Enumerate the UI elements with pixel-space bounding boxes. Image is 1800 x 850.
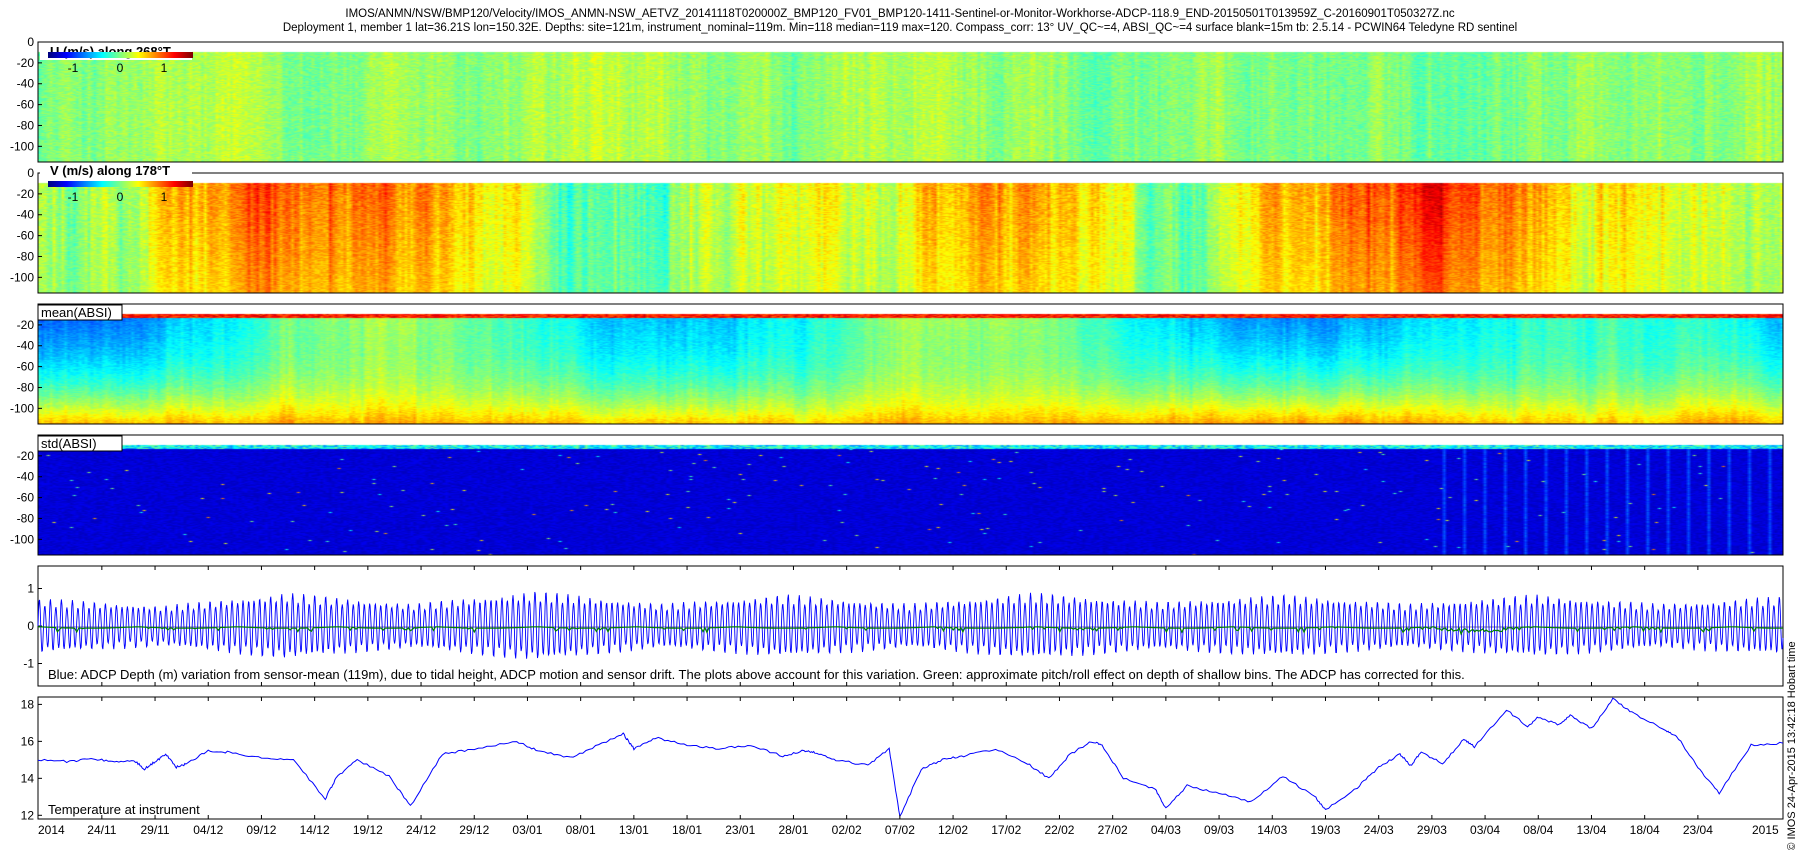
x-tick-label: 18/04 [1630, 823, 1660, 837]
x-tick-label: 09/03 [1204, 823, 1234, 837]
u-colorbar-tick-1: 1 [161, 61, 168, 75]
v-colorbar-tick-1: 1 [161, 190, 168, 204]
x-tick-label: 23/01 [725, 823, 755, 837]
absi-std-panel: -20 -40 -60 -80 -100 std(ABSI) [10, 434, 1784, 556]
depth-variation-panel: 1 0 -1 Blue: ADCP Depth (m) variation from… [23, 565, 1784, 687]
x-tick-label: 13/01 [619, 823, 649, 837]
depth-variation-caption: Blue: ADCP Depth (m) variation from sens… [48, 667, 1465, 682]
x-tick-label: 23/04 [1683, 823, 1713, 837]
y-tick-label: -80 [17, 249, 35, 263]
v-colorbar [48, 181, 193, 187]
u-colorbar-tick-0: 0 [117, 61, 124, 75]
y-tick-label: -20 [17, 318, 35, 332]
y-tick-label: -100 [10, 532, 34, 546]
absi-std-label: std(ABSI) [41, 436, 97, 451]
figure: IMOS/ANMN/NSW/BMP120/Velocity/IMOS_ANMN-… [10, 8, 1798, 850]
u-velocity-heatmap [38, 42, 1783, 162]
x-tick-label: 04/12 [193, 823, 223, 837]
y-tick-label: -40 [17, 470, 35, 484]
figure-title-line2: Deployment 1, member 1 lat=36.21S lon=15… [283, 22, 1517, 34]
y-tick-label: -100 [10, 401, 34, 415]
v-colorbar-tick-0: 0 [117, 190, 124, 204]
x-tick-label: 24/03 [1364, 823, 1394, 837]
x-tick-label: 28/01 [778, 823, 808, 837]
x-tick-label: 24/11 [87, 823, 116, 837]
v-velocity-label: V (m/s) along 178°T [50, 163, 170, 178]
u-velocity-panel: 0-20-40-60-80-100 U (m/s) along 268°T -1… [10, 35, 1784, 163]
x-tick-label: 22/02 [1044, 823, 1074, 837]
x-tick-label: 08/04 [1523, 823, 1553, 837]
y-tick-label: -40 [17, 208, 35, 222]
absi-mean-panel: -20 -40 -60 -80 -100 mean(ABSI) [10, 303, 1784, 425]
y-tick-label: -80 [17, 511, 35, 525]
y-tick-label: -80 [17, 380, 35, 394]
y-tick-label: -20 [17, 56, 35, 70]
y-tick-label: -80 [17, 118, 35, 132]
x-tick-label: 17/02 [991, 823, 1021, 837]
x-tick-label: 29/03 [1417, 823, 1447, 837]
absi-std-heatmap [38, 435, 1783, 555]
v-colorbar-tick-neg1: -1 [68, 190, 79, 204]
absi-mean-label: mean(ABSI) [41, 305, 112, 320]
temperature-label: Temperature at instrument [48, 802, 200, 817]
y-tick-label: -100 [10, 270, 34, 284]
y-tick-label: -60 [17, 229, 35, 243]
x-tick-label: 29/12 [459, 823, 489, 837]
x-tick-label: 12/02 [938, 823, 968, 837]
x-axis-year-right: 2015 [1752, 823, 1779, 837]
y-tick-label: 1 [27, 582, 34, 596]
y-tick-label: -40 [17, 339, 35, 353]
v-velocity-heatmap [38, 173, 1783, 293]
x-tick-label: 13/04 [1576, 823, 1606, 837]
y-tick-label: 0 [27, 166, 34, 180]
absi-mean-heatmap [38, 304, 1783, 424]
x-tick-label: 19/03 [1310, 823, 1340, 837]
y-tick-label: -20 [17, 449, 35, 463]
y-tick-label: 0 [27, 35, 34, 49]
temperature-panel: 18 16 14 12 Temperature at instrument [21, 696, 1784, 822]
y-tick-label: -1 [23, 657, 34, 671]
x-axis-year-left: 2014 [38, 823, 65, 837]
x-tick-label: 07/02 [885, 823, 915, 837]
y-tick-label: -20 [17, 187, 35, 201]
x-tick-label: 09/12 [246, 823, 276, 837]
y-tick-label: 12 [21, 808, 35, 822]
y-tick-label: -60 [17, 360, 35, 374]
u-colorbar [48, 52, 193, 58]
y-tick-label: -60 [17, 98, 35, 112]
y-tick-label: 14 [21, 771, 35, 785]
y-tick-label: -60 [17, 491, 35, 505]
y-tick-label: 16 [21, 734, 35, 748]
x-tick-label: 29/11 [140, 823, 169, 837]
y-tick-label: -100 [10, 139, 34, 153]
x-tick-label: 08/01 [566, 823, 596, 837]
y-tick-label: 0 [27, 619, 34, 633]
y-tick-label: 18 [21, 697, 35, 711]
x-tick-label: 03/04 [1470, 823, 1500, 837]
x-tick-label: 14/03 [1257, 823, 1287, 837]
x-tick-label: 24/12 [406, 823, 436, 837]
x-tick-label: 27/02 [1098, 823, 1128, 837]
x-tick-label: 18/01 [672, 823, 702, 837]
copyright-side-label: © IMOS 24-Apr-2015 13:42:18 Hobart time [1786, 641, 1798, 850]
x-tick-label: 04/03 [1151, 823, 1181, 837]
x-tick-label: 14/12 [300, 823, 330, 837]
y-tick-label: -40 [17, 77, 35, 91]
x-tick-label: 19/12 [353, 823, 383, 837]
x-tick-label: 03/01 [512, 823, 542, 837]
u-colorbar-tick-neg1: -1 [68, 61, 79, 75]
figure-title-line1: IMOS/ANMN/NSW/BMP120/Velocity/IMOS_ANMN-… [345, 8, 1454, 20]
v-velocity-panel: 0 -20 -40 -60 -80 -100 V (m/s) along 178°T -1… [10, 163, 1784, 294]
x-tick-label: 02/02 [832, 823, 862, 837]
